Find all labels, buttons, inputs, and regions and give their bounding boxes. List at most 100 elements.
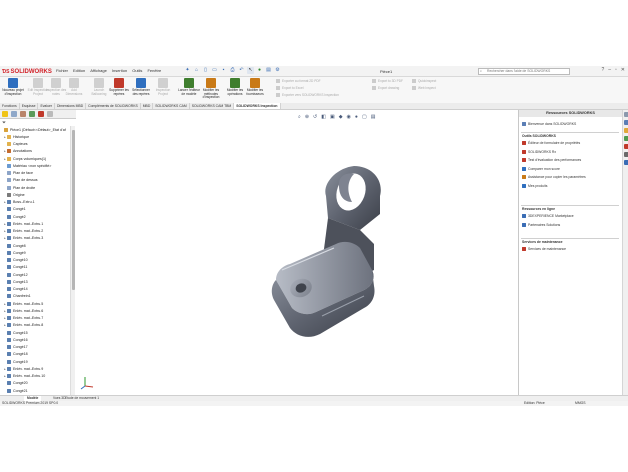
tree-item[interactable]: Congé10 [0,257,70,264]
tree-item[interactable]: Congé12 [0,271,70,278]
tree-item[interactable]: ▸ Enlèv. mat.-Extru.9 [0,365,70,372]
tree-item[interactable]: ▸ Enlèv. mat.-Extru.6 [0,307,70,314]
tree-item[interactable]: ▸ Annotations [0,148,70,155]
tree-item[interactable]: Congé13 [0,278,70,285]
tree-item[interactable]: ▸ Enlèv. mat.-Extru.2 [0,228,70,235]
tree-item[interactable]: ▸ Enlèv. mat.-Extru.8 [0,322,70,329]
pin-icon[interactable]: ✦ [184,67,191,74]
appearances-tab-icon[interactable] [624,144,628,149]
tab-dimensions-mbd[interactable]: Dimensions MBD [55,103,87,109]
resources-welcome[interactable]: Bienvenue dans SOLIDWORKS [522,122,576,126]
print-icon[interactable]: ⎙ [229,67,236,74]
file-properties-icon[interactable]: ▤ [265,67,272,74]
tree-item[interactable]: Congé18 [0,351,70,358]
tree-item[interactable]: ▸ Enlèv. mat.-Extru.10 [0,373,70,380]
part-model-render[interactable] [76,110,518,395]
tree-item[interactable]: Congé11 [0,264,70,271]
tab-compl-ments-de-solidworks[interactable]: Compléments de SOLIDWORKS [86,103,141,109]
status-units[interactable]: MMGS [575,401,586,406]
menu-item[interactable]: Insertion [112,68,127,73]
tab-esquisse[interactable]: Esquisse [20,103,39,109]
view-palette-tab-icon[interactable] [624,136,628,141]
tree-item[interactable]: Congé19 [0,358,70,365]
help-search-input[interactable]: ⌕ Rechercher dans l'aide de SOLIDWORKS [478,68,570,75]
menu-item[interactable]: Fenêtre [147,68,161,73]
home-icon[interactable]: ⌂ [193,67,200,74]
tree-item[interactable]: ▸ Enlèv. mat.-Extru.5 [0,300,70,307]
open-icon[interactable]: ▭ [211,67,218,74]
dimxpert-icon[interactable] [29,111,35,117]
undo-icon[interactable]: ↶ [238,67,245,74]
tab-fonctions[interactable]: Fonctions [0,103,20,109]
tree-item[interactable]: Chanfrein1 [0,293,70,300]
resources-link[interactable]: Mes produits [522,183,547,188]
tree-item[interactable]: ▸ Historique [0,133,70,140]
tree-item[interactable]: Congé16 [0,336,70,343]
tree-item[interactable]: Congé1 [0,206,70,213]
property-manager-icon[interactable] [11,111,17,117]
resources-link[interactable]: Assistance pour copier les paramètres [522,175,586,179]
tree-item[interactable]: Congé17 [0,344,70,351]
menu-item[interactable]: Fichier [56,68,68,73]
tree-scrollbar-thumb[interactable] [72,130,75,290]
tree-item[interactable]: Pièce1 (Défaut<<Défaut>_Etat d'af [0,126,70,133]
custom-properties-tab-icon[interactable] [624,152,628,157]
resources-tab-icon[interactable] [624,112,628,117]
resources-link[interactable]: SOLIDWORKS Rx [522,149,556,154]
tab-solidworks-cam[interactable]: SOLIDWORKS CAM [153,103,190,109]
ribbon-button[interactable]: Modifier les fournisseurs [244,78,266,96]
tab-solidworks-inspection[interactable]: SOLIDWORKS Inspection [234,103,281,109]
ribbon-button[interactable]: Nouveau projet d'inspection [2,78,24,96]
close-button[interactable]: ✕ [621,67,625,73]
tree-item[interactable]: ▸ Enlèv. mat.-Extru.7 [0,315,70,322]
configuration-manager-icon[interactable] [20,111,26,117]
resources-link[interactable]: Comparer mon score [522,166,560,171]
tree-item[interactable]: Congé14 [0,286,70,293]
tree-item[interactable]: Plan de dessus [0,177,70,184]
solidworks-logo[interactable]: ƊS SOLIDWORKS [2,67,52,76]
tree-item[interactable]: Plan de face [0,170,70,177]
tab-evaluer[interactable]: Evaluer [38,103,55,109]
tree-item[interactable]: Congé21 [0,387,70,394]
menu-item[interactable]: Affichage [90,68,107,73]
tree-item[interactable]: Matériau <non spécifié> [0,162,70,169]
tree-scrollbar[interactable] [70,126,75,395]
file-explorer-tab-icon[interactable] [624,128,628,133]
resources-link[interactable]: Partenaires Solutions [522,222,560,227]
graphics-area[interactable]: ⌕ ⊕ ↺ ◧ ▣ ◆ ◉ ● ▢ ▤ [76,110,518,395]
resources-link[interactable]: Éditeur de formulaire de propriétés [522,141,580,145]
tab-mbd[interactable]: MBD [141,103,154,109]
menu-item[interactable]: Outils [132,68,142,73]
tree-item[interactable]: ▸ Boss.-Extru.1 [0,199,70,206]
tab-solidworks-cam-tbm[interactable]: SOLIDWORKS CAM TBM [190,103,235,109]
tree-item[interactable]: Congé20 [0,380,70,387]
resources-link[interactable]: Services de maintenance [522,247,566,251]
select-icon[interactable]: ↖ [247,67,254,74]
resources-link[interactable]: 3DEXPERIENCE Marketplace [522,214,574,218]
design-library-tab-icon[interactable] [624,120,628,125]
options-icon[interactable]: ⚙ [274,67,281,74]
tree-item[interactable]: Plan de droite [0,184,70,191]
tree-item[interactable]: ▸ Corps volumiques(1) [0,155,70,162]
ribbon-button[interactable]: Modifier les méthodes d'inspection [200,78,222,100]
ribbon-button[interactable]: Sélectionner des repères [130,78,152,96]
save-icon[interactable]: ▪ [220,67,227,74]
tree-item[interactable]: Congé2 [0,213,70,220]
display-manager-icon[interactable] [38,111,44,117]
help-icon[interactable]: ? [601,67,604,73]
ribbon-button[interactable]: Modifier les opérations [224,78,246,96]
menu-item[interactable]: Edition [73,68,85,73]
filter-icon[interactable]: ⏷ [2,120,6,126]
restore-button[interactable]: ▫ [615,67,617,73]
tree-item[interactable]: Origine [0,191,70,198]
tree-item[interactable]: Capteurs [0,141,70,148]
more-tabs-icon[interactable] [47,111,53,117]
ribbon-button[interactable]: Supprimer les repères [108,78,130,96]
rebuild-icon[interactable]: ● [256,67,263,74]
resources-link[interactable]: Test d'évaluation des performances [522,158,581,162]
solidworks-forum-tab-icon[interactable] [624,160,628,165]
tree-item[interactable]: ▸ Enlèv. mat.-Extru.3 [0,235,70,242]
tree-item[interactable]: Congé15 [0,329,70,336]
new-document-icon[interactable]: ▯ [202,67,209,74]
tree-item[interactable]: Congé8 [0,242,70,249]
